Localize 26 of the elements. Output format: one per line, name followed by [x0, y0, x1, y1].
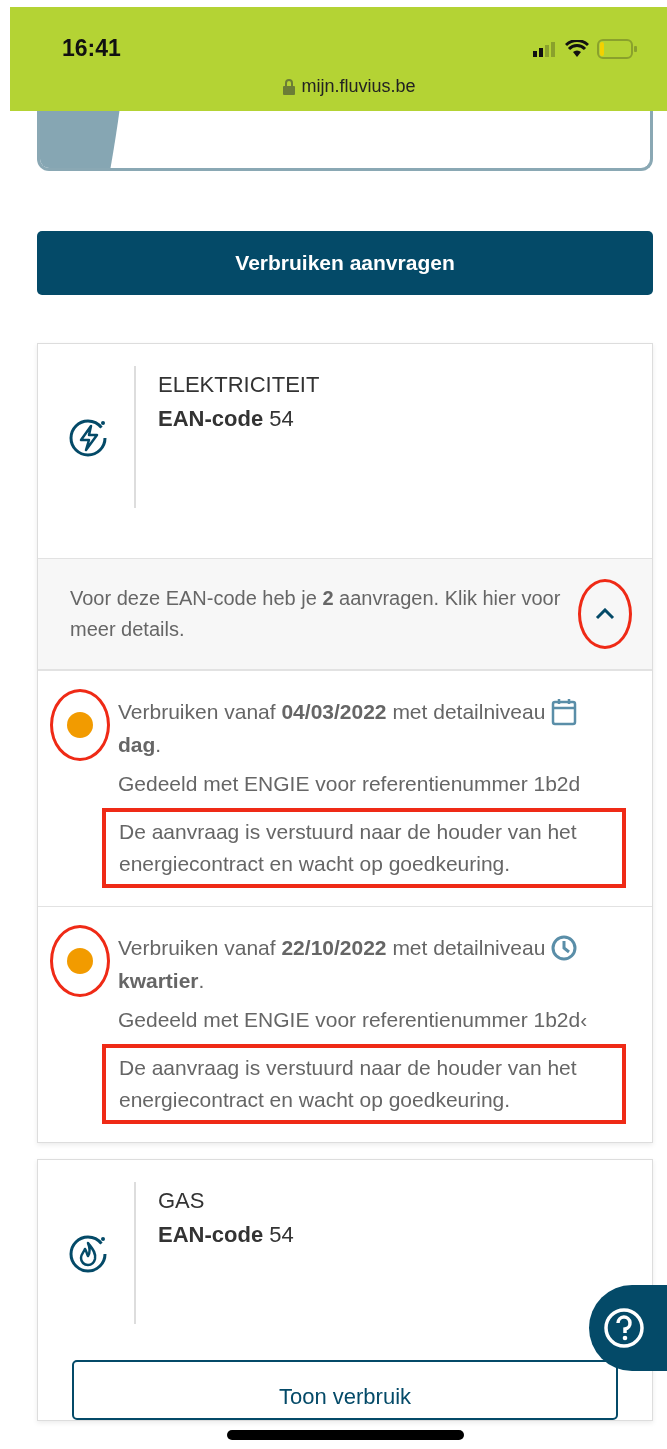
lock-icon [283, 78, 296, 95]
battery-icon [597, 38, 637, 59]
shared-with-text: Gedeeld met ENGIE voor referentienummer 1b2d [118, 771, 582, 797]
detail-level: kwartier. [118, 968, 205, 994]
url-text[interactable]: mijn.fluvius.be [283, 76, 416, 97]
chevron-up-icon [595, 608, 615, 620]
collapse-button[interactable] [578, 579, 632, 649]
ean-code: EAN-code 54 [158, 1222, 294, 1248]
requests-summary: Voor deze EAN-code heb je 2 aanvragen. Klik hier voor meer details. [70, 586, 562, 642]
show-usage-button[interactable]: Toon verbruik [72, 1360, 618, 1420]
status-time: 16:41 [62, 35, 121, 62]
signal-icon [533, 40, 557, 57]
request-status-message: De aanvraag is verstuurd naar de houder van het energiecontract en wacht op goedkeuring. [102, 1044, 626, 1124]
request-period: Verbruiken vanaf 22/10/2022 met detailniveau [118, 935, 546, 961]
help-icon [603, 1307, 645, 1349]
detail-level: dag. [118, 732, 162, 758]
request-status-message: De aanvraag is verstuurd naar de houder van het energiecontract en wacht op goedkeuring. [102, 808, 626, 888]
calendar-icon [551, 697, 578, 726]
clock-icon [551, 934, 578, 961]
wifi-icon [565, 39, 589, 58]
energy-type-title: ELEKTRICITEIT [158, 372, 320, 398]
request-button[interactable]: Verbruiken aanvragen [37, 231, 653, 295]
ean-code: EAN-code 54 [158, 406, 295, 432]
shared-with-text: Gedeeld met ENGIE voor referentienummer 1b2d‹ [118, 1007, 589, 1033]
request-period: Verbruiken vanaf 04/03/2022 met detailniveau [118, 699, 546, 725]
energy-type-title: GAS [158, 1188, 206, 1214]
